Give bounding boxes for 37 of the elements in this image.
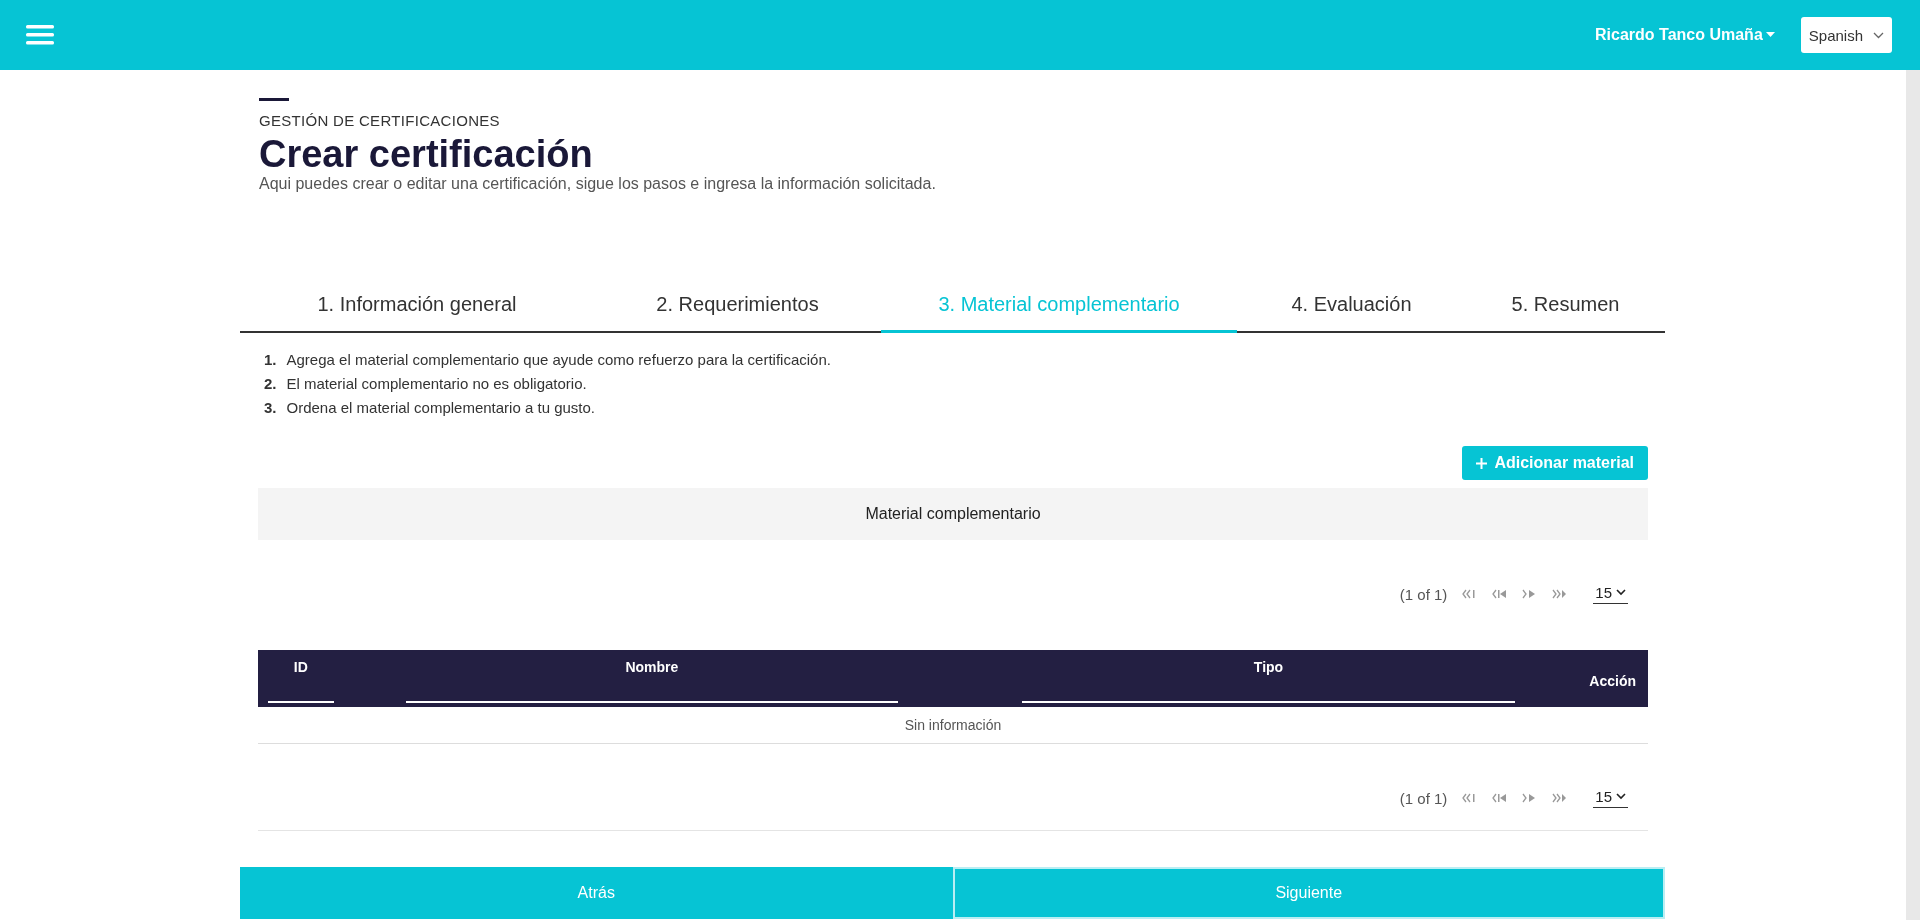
step-tab[interactable]: 2. Requerimientos (594, 293, 881, 333)
column-header: ID (293, 659, 308, 675)
previous-page-icon[interactable] (1491, 587, 1508, 601)
caret-icon (1765, 32, 1775, 38)
section-label: GESTIÓN DE CERTIFICACIONES (259, 112, 501, 129)
plus-icon (1476, 457, 1488, 469)
section-header: Material complementario (258, 488, 1648, 540)
page-indicator: (1 of 1) (1399, 789, 1448, 807)
instruction-text: El material complementario no es obligatorio. (286, 375, 587, 392)
chevron-down-icon (1616, 793, 1626, 800)
column-header: Acción (1589, 673, 1636, 689)
last-page-icon[interactable] (1551, 791, 1568, 805)
column-header: Nombre (625, 659, 679, 675)
column-header: Tipo (1253, 659, 1284, 675)
step-tab[interactable]: 4. Evaluación (1237, 293, 1466, 333)
page-description: Aqui puedes crear o editar una certificación, sigue los pasos e ingresa la información solicitada. (259, 175, 937, 193)
language-select[interactable]: Spanish (1800, 17, 1892, 53)
page-size-select[interactable]: 15 (1593, 584, 1628, 604)
last-page-icon[interactable] (1551, 587, 1568, 601)
page-size-select[interactable]: 15 (1593, 788, 1628, 808)
instruction-text: Ordena el material complementario a tu gusto. (286, 399, 595, 416)
empty-message: Sin información (258, 707, 1648, 744)
list-number: 3. (264, 399, 277, 416)
list-number: 2. (264, 375, 277, 392)
menu-icon[interactable] (26, 23, 54, 47)
list-number: 1. (264, 351, 277, 368)
instruction-text: Agrega el material complementario que ayude como refuerzo para la certificación. (286, 351, 831, 368)
page-indicator: (1 of 1) (1399, 585, 1448, 603)
first-page-icon[interactable] (1461, 587, 1478, 601)
scrollbar[interactable] (1906, 70, 1920, 920)
chevron-down-icon (1616, 589, 1626, 596)
previous-page-icon[interactable] (1491, 791, 1508, 805)
page-title: Crear certificación (259, 133, 594, 175)
chevron-down-icon (1873, 31, 1884, 39)
step-tab[interactable]: 1. Información general (240, 293, 594, 333)
first-page-icon[interactable] (1461, 791, 1478, 805)
step-tab[interactable]: 5. Resumen (1466, 293, 1665, 333)
